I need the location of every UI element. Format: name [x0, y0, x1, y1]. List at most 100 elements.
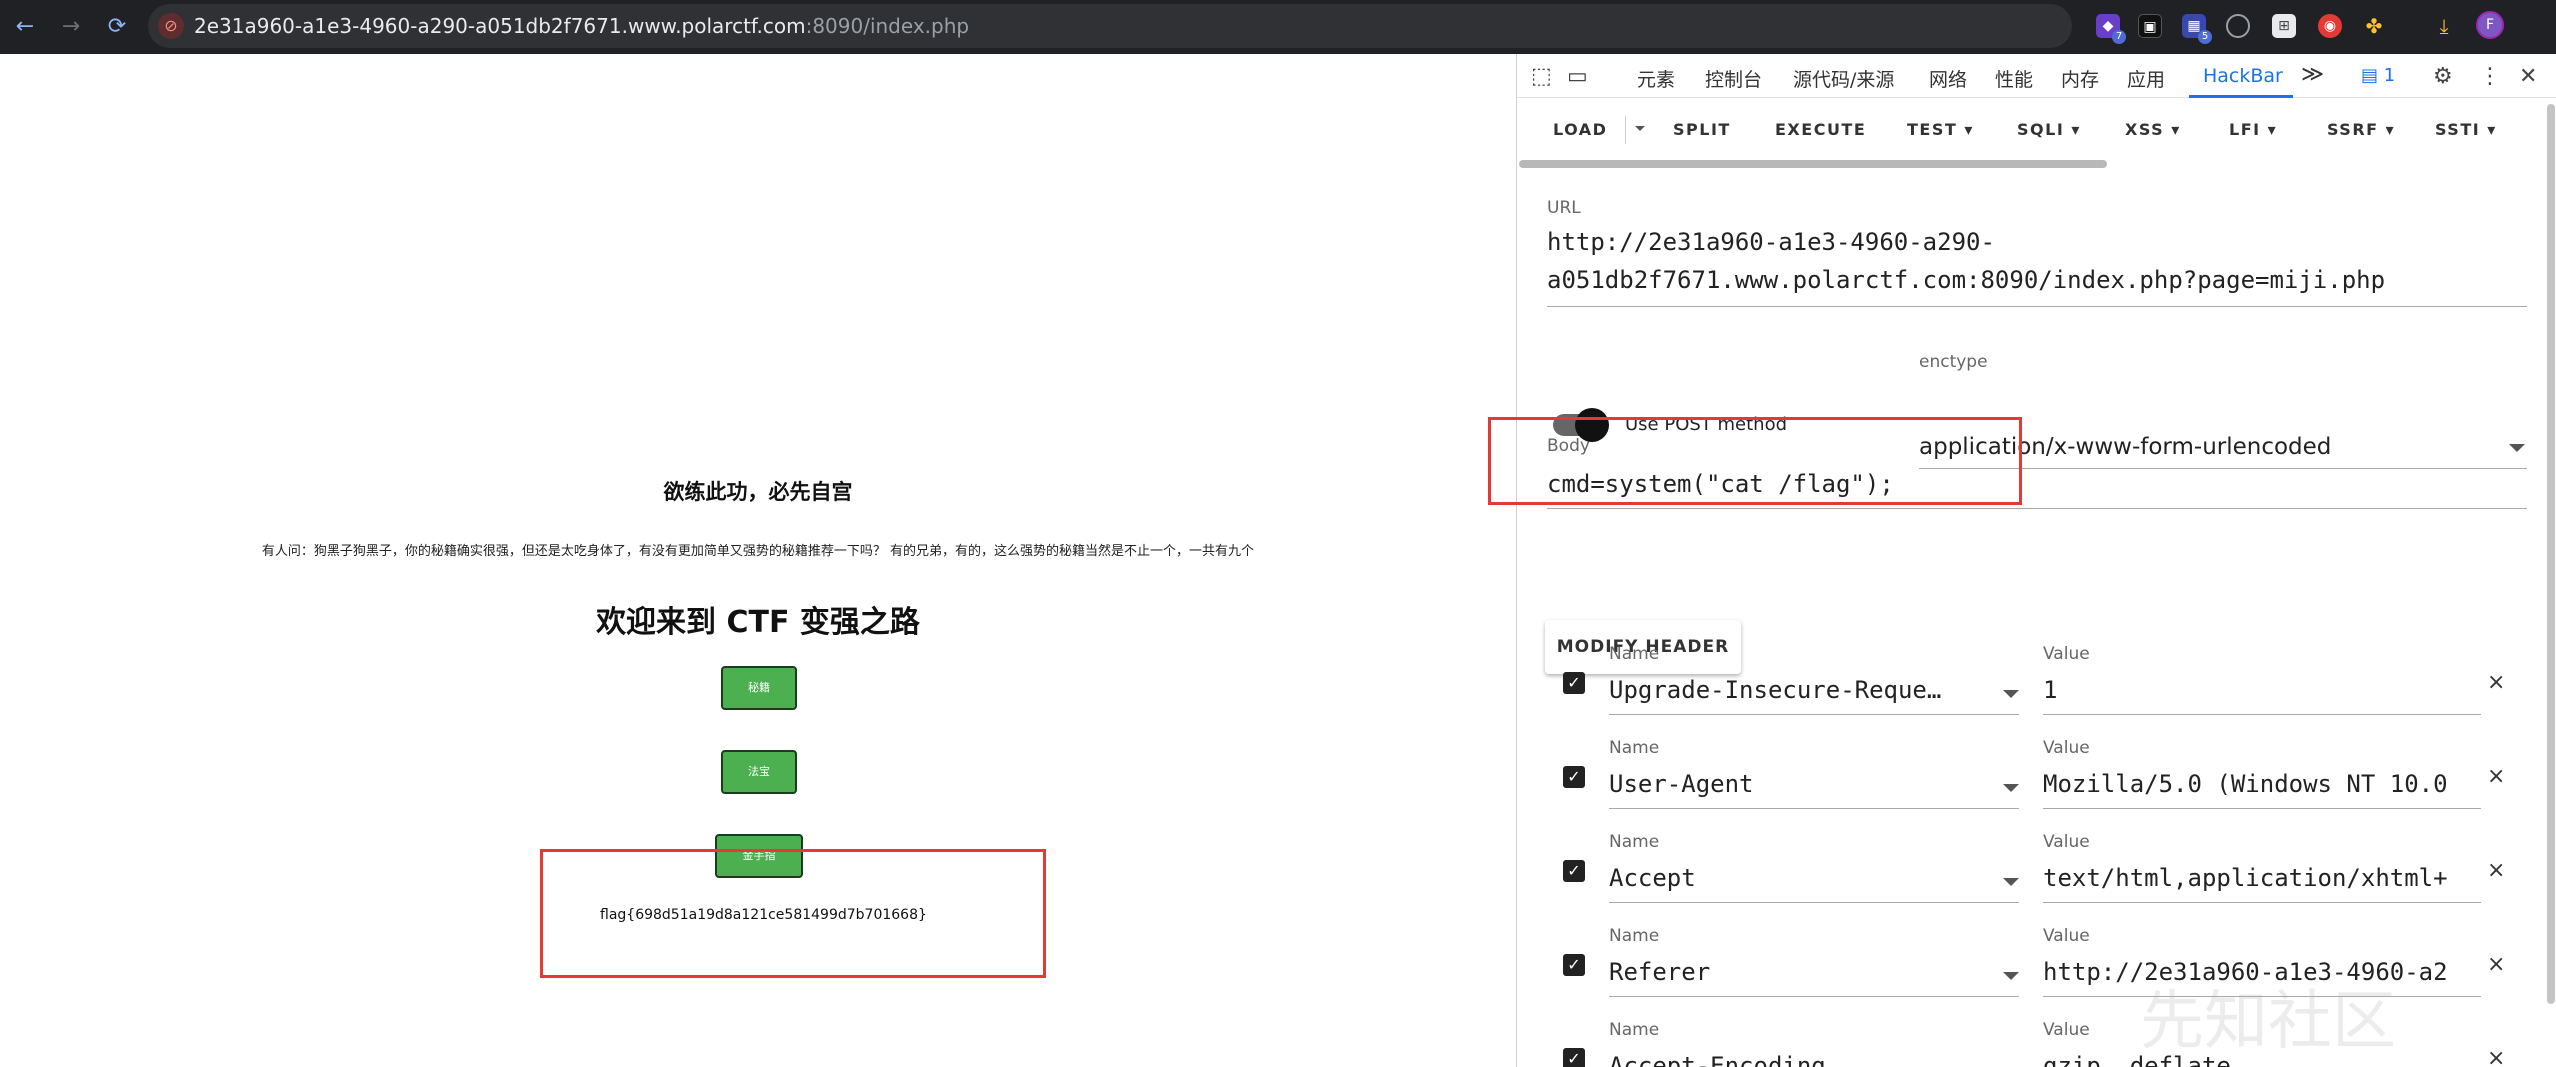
header-enable-checkbox[interactable]: ✓	[1563, 672, 1585, 694]
header-enable-checkbox[interactable]: ✓	[1563, 954, 1585, 976]
header-enable-checkbox[interactable]: ✓	[1563, 766, 1585, 788]
cheat-button[interactable]: 金手指	[715, 834, 803, 878]
messages-badge[interactable]: ▤ 1	[2361, 65, 2395, 86]
header-name-field[interactable]: Referer	[1609, 958, 1985, 986]
web-page: 欲练此功，必先自宫 有人问：狗黑子狗黑子，你的秘籍确实很强，但还是太吃身体了，有…	[0, 54, 1516, 1067]
header-name-dropdown-icon[interactable]	[2003, 878, 2019, 886]
execute-button[interactable]: EXECUTE	[1775, 120, 1866, 139]
remove-header-icon[interactable]: ×	[2487, 858, 2505, 883]
download-icon[interactable]: ⤓	[2432, 14, 2456, 38]
toolbar-horizontal-scrollbar[interactable]	[1519, 160, 2107, 168]
header-value-label: Value	[2043, 926, 2090, 946]
header-value-field[interactable]: text/html,application/xhtml+	[2043, 864, 2481, 892]
inspect-element-icon[interactable]: ⬚	[1531, 64, 1552, 89]
tab-performance[interactable]: 性能	[1995, 65, 2033, 92]
ssrf-menu-button[interactable]: SSRF ▾	[2327, 120, 2395, 139]
remove-header-icon[interactable]: ×	[2487, 670, 2505, 695]
enctype-select[interactable]: application/x-www-form-urlencoded	[1919, 434, 2331, 460]
extensions-puzzle-icon[interactable]: ✤	[2362, 14, 2386, 38]
tab-memory[interactable]: 内存	[2061, 65, 2099, 92]
header-value-field[interactable]: Mozilla/5.0 (Windows NT 10.0	[2043, 770, 2481, 798]
ssti-label: SSTI	[2435, 120, 2481, 139]
url-label: URL	[1547, 198, 1581, 218]
header-name-label: Name	[1609, 832, 1660, 852]
tab-sources[interactable]: 源代码/来源	[1793, 65, 1894, 92]
header-value-field[interactable]: 1	[2043, 676, 2481, 704]
split-button[interactable]: SPLIT	[1673, 120, 1731, 139]
extension-6-icon[interactable]: ◉	[2318, 14, 2342, 38]
address-bar[interactable]: ⊘ 2e31a960-a1e3-4960-a290-a051db2f7671.w…	[148, 4, 2072, 48]
remove-header-icon[interactable]: ×	[2487, 1046, 2505, 1067]
header-name-field[interactable]: User-Agent	[1609, 770, 1985, 798]
test-label: TEST	[1907, 120, 1958, 139]
header-name-dropdown-icon[interactable]	[2003, 972, 2019, 980]
site-info-icon[interactable]: ⊘	[158, 13, 184, 39]
secret-book-button[interactable]: 秘籍	[721, 666, 797, 710]
tab-application[interactable]: 应用	[2127, 65, 2165, 92]
magic-item-button[interactable]: 法宝	[721, 750, 797, 794]
extension-2-icon[interactable]: ▣	[2138, 14, 2162, 38]
extension-3-badge: 5	[2198, 30, 2212, 44]
header-name-label: Name	[1609, 1020, 1660, 1040]
address-url[interactable]: 2e31a960-a1e3-4960-a290-a051db2f7671.www…	[194, 14, 969, 38]
header-name-field[interactable]: Accept	[1609, 864, 1985, 892]
xss-menu-button[interactable]: XSS ▾	[2125, 120, 2181, 139]
flag-text: flag{698d51a19d8a121ce581499d7b701668}	[600, 907, 927, 923]
tab-hackbar[interactable]: HackBar	[2203, 65, 2283, 87]
ssti-menu-button[interactable]: SSTI ▾	[2435, 120, 2497, 139]
header-value-underline	[2043, 808, 2481, 809]
header-value-underline	[2043, 902, 2481, 903]
header-name-underline	[1609, 996, 2019, 997]
header-name-field[interactable]: Upgrade-Insecure-Reque…	[1609, 676, 1985, 704]
load-split-divider	[1625, 116, 1626, 144]
enctype-dropdown-icon[interactable]	[2509, 444, 2525, 452]
extension-5-icon[interactable]: ⊞	[2272, 14, 2296, 38]
tab-console[interactable]: 控制台	[1705, 65, 1762, 92]
load-button[interactable]: LOAD	[1553, 120, 1607, 139]
header-value-label: Value	[2043, 1020, 2090, 1040]
back-icon[interactable]: ←	[10, 13, 40, 41]
header-name-label: Name	[1609, 644, 1660, 664]
lfi-label: LFI	[2229, 120, 2261, 139]
extension-4-icon[interactable]	[2226, 14, 2250, 38]
remove-header-icon[interactable]: ×	[2487, 764, 2505, 789]
browser-toolbar: ← → ⟳ ⊘ 2e31a960-a1e3-4960-a290-a051db2f…	[0, 0, 2556, 54]
more-options-icon[interactable]: ⋮	[2479, 64, 2501, 89]
profile-avatar[interactable]: F	[2476, 11, 2504, 39]
messages-count: 1	[2383, 65, 2396, 86]
devtools-tab-bar: ⬚ ▭ 元素 控制台 源代码/来源 网络 性能 内存 应用 HackBar ≫ …	[1517, 54, 2556, 98]
body-field[interactable]: cmd=system("cat /flag");	[1547, 470, 1894, 498]
tab-network[interactable]: 网络	[1929, 65, 1967, 92]
header-value-label: Value	[2043, 832, 2090, 852]
header-enable-checkbox[interactable]: ✓	[1563, 860, 1585, 882]
header-name-underline	[1609, 714, 2019, 715]
url-field-line2[interactable]: a051db2f7671.www.polarctf.com:8090/index…	[1547, 266, 2385, 294]
url-field-line1[interactable]: http://2e31a960-a1e3-4960-a290-	[1547, 228, 1995, 256]
header-name-dropdown-icon[interactable]	[2003, 784, 2019, 792]
header-enable-checkbox[interactable]: ✓	[1563, 1048, 1585, 1067]
forward-icon[interactable]: →	[56, 13, 86, 41]
lfi-menu-button[interactable]: LFI ▾	[2229, 120, 2277, 139]
sqli-menu-button[interactable]: SQLI ▾	[2017, 120, 2081, 139]
extension-1-icon[interactable]: ◆ 7	[2096, 14, 2126, 44]
post-method-label: Use POST method	[1625, 414, 1788, 435]
message-icon: ▤	[2361, 65, 2384, 86]
devtools-vertical-scrollbar[interactable]	[2547, 104, 2555, 1004]
remove-header-icon[interactable]: ×	[2487, 952, 2505, 977]
page-title: 欢迎来到 CTF 变强之路	[596, 605, 920, 640]
tab-elements[interactable]: 元素	[1637, 65, 1675, 92]
xss-label: XSS	[2125, 120, 2165, 139]
close-devtools-icon[interactable]: ✕	[2519, 64, 2537, 89]
settings-gear-icon[interactable]: ⚙	[2433, 64, 2453, 89]
page-heading: 欲练此功，必先自宫	[663, 480, 853, 504]
header-name-field[interactable]: Accept-Encoding	[1609, 1052, 1985, 1067]
load-dropdown-icon[interactable]	[1635, 126, 1645, 131]
reload-icon[interactable]: ⟳	[102, 13, 132, 41]
more-tabs-icon[interactable]: ≫	[2301, 62, 2324, 87]
header-name-dropdown-icon[interactable]	[2003, 690, 2019, 698]
device-toolbar-icon[interactable]: ▭	[1567, 64, 1588, 89]
enctype-underline	[1919, 468, 2527, 469]
extension-3-icon[interactable]: ▦ 5	[2182, 14, 2212, 44]
url-field-underline	[1547, 306, 2527, 307]
test-menu-button[interactable]: TEST ▾	[1907, 120, 1974, 139]
